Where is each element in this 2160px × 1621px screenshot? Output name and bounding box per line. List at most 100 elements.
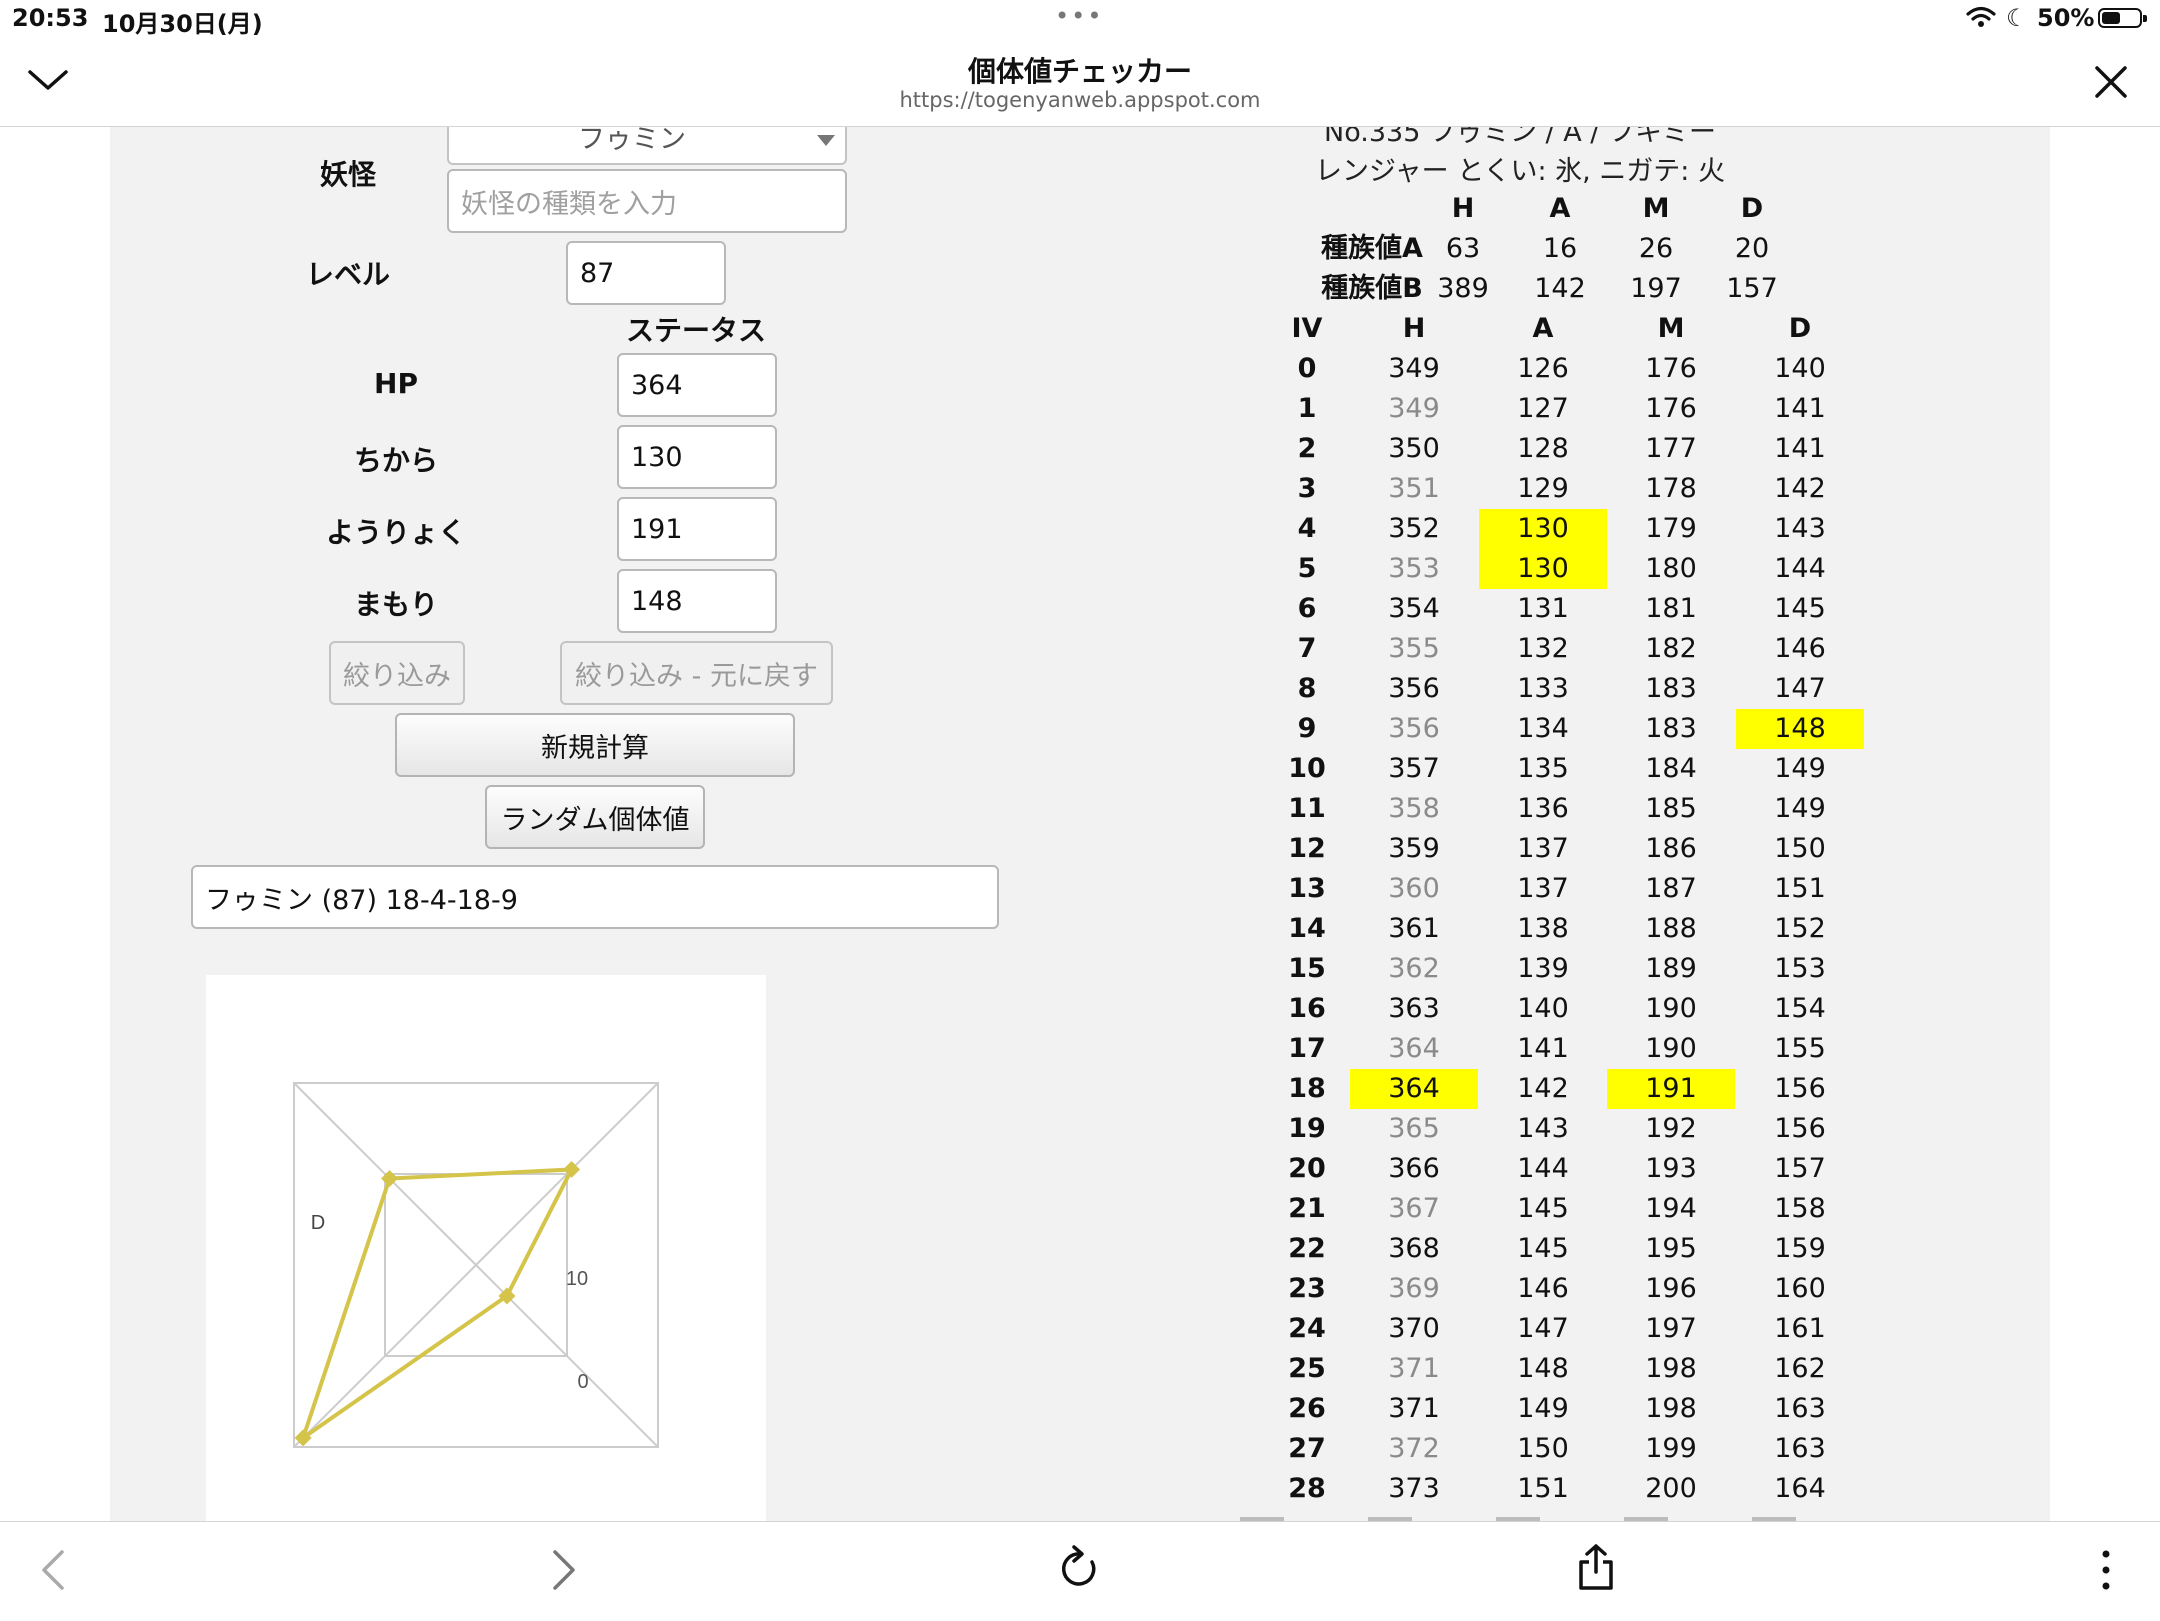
table-cell: 366 xyxy=(1388,1153,1440,1184)
dropdown-caret-icon xyxy=(817,135,835,146)
table-cell: 157 xyxy=(1774,1153,1826,1184)
more-icon[interactable] xyxy=(2100,1548,2112,1592)
table-cell: 137 xyxy=(1517,873,1569,904)
table-cell: 151 xyxy=(1774,873,1826,904)
close-icon[interactable] xyxy=(2093,64,2129,100)
table-cell: 163 xyxy=(1774,1433,1826,1464)
youkai-search-input[interactable]: 妖怪の種類を入力 xyxy=(447,169,847,233)
table-cell: 140 xyxy=(1517,993,1569,1024)
table-cell: 149 xyxy=(1774,753,1826,784)
result-text-field[interactable]: フゥミン (87) 18-4-18-9 xyxy=(191,865,999,929)
table-cell: 130 xyxy=(1479,509,1607,549)
status-time: 20:53 xyxy=(12,4,89,32)
wifi-icon xyxy=(1966,6,1996,27)
table-cell: 135 xyxy=(1517,753,1569,784)
table-cell: 197 xyxy=(1645,1313,1697,1344)
table-cell: 126 xyxy=(1517,353,1569,384)
table-cell: 139 xyxy=(1517,953,1569,984)
filter-button[interactable]: 絞り込み xyxy=(329,641,465,705)
table-cell: 145 xyxy=(1774,593,1826,624)
back-icon[interactable] xyxy=(38,1548,68,1592)
level-label: レベル xyxy=(305,258,390,291)
battery-fill xyxy=(2102,12,2120,24)
table-cell: 161 xyxy=(1774,1313,1826,1344)
mamori-label: まもり xyxy=(353,588,438,621)
table-cell: 137 xyxy=(1517,833,1569,864)
web-content[interactable]: フゥミン 妖怪 妖怪の種類を入力 レベル 87 ステータス HP 364 ちから… xyxy=(0,127,2160,1521)
table-cell: 191 xyxy=(1607,1069,1735,1109)
table-cell: 353 xyxy=(1388,553,1440,584)
table-cell: 143 xyxy=(1517,1113,1569,1144)
chikara-label: ちから xyxy=(353,444,438,477)
table-cell: 194 xyxy=(1645,1193,1697,1224)
table-cell: 187 xyxy=(1645,873,1697,904)
table-cell: 196 xyxy=(1645,1273,1697,1304)
table-cell: 127 xyxy=(1517,393,1569,424)
youkai-select[interactable]: フゥミン xyxy=(447,127,847,165)
table-cell: 154 xyxy=(1774,993,1826,1024)
new-calc-button[interactable]: 新規計算 xyxy=(395,713,795,777)
table-cell: 153 xyxy=(1774,953,1826,984)
table-cell: 147 xyxy=(1517,1313,1569,1344)
table-cell: 179 xyxy=(1645,513,1697,544)
youryoku-input[interactable]: 191 xyxy=(617,497,777,561)
table-cell: 160 xyxy=(1774,1273,1826,1304)
filter-reset-button[interactable]: 絞り込み - 元に戻す xyxy=(560,641,833,705)
radar-chart-svg: D H M A 10 0 xyxy=(293,1082,781,1448)
table-cell: 349 xyxy=(1388,393,1440,424)
table-cell: 184 xyxy=(1645,753,1697,784)
table-cell: 358 xyxy=(1388,793,1440,824)
table-cell: 128 xyxy=(1517,433,1569,464)
table-cell: 178 xyxy=(1645,473,1697,504)
table-cell: 145 xyxy=(1517,1233,1569,1264)
table-cell: 190 xyxy=(1645,993,1697,1024)
battery-percent: 50% xyxy=(2037,4,2095,32)
table-cell: 158 xyxy=(1774,1193,1826,1224)
table-cell: 136 xyxy=(1517,793,1569,824)
multitasking-dots[interactable]: ••• xyxy=(1055,2,1103,30)
table-cell: 156 xyxy=(1774,1113,1826,1144)
table-cell: 149 xyxy=(1517,1393,1569,1424)
table-cell: 354 xyxy=(1388,593,1440,624)
level-input[interactable]: 87 xyxy=(566,241,726,305)
chikara-input[interactable]: 130 xyxy=(617,425,777,489)
table-cell: 144 xyxy=(1517,1153,1569,1184)
table-cell: 129 xyxy=(1517,473,1569,504)
forward-icon[interactable] xyxy=(549,1548,579,1592)
table-cell: 146 xyxy=(1774,633,1826,664)
iv-col-header-a: A xyxy=(1532,313,1554,344)
table-cell: 190 xyxy=(1645,1033,1697,1064)
radar-axis-label-d: D xyxy=(311,1212,325,1234)
status-bar: 20:53 10月30日(月) ••• ☾ 50% xyxy=(0,0,2160,40)
radar-ring-label-0: 0 xyxy=(577,1371,588,1393)
table-cell: 148 xyxy=(1517,1353,1569,1384)
table-cell: 188 xyxy=(1645,913,1697,944)
share-icon[interactable] xyxy=(1576,1542,1616,1592)
table-cell: 198 xyxy=(1645,1393,1697,1424)
radar-grid xyxy=(293,1082,659,1448)
table-cell: 352 xyxy=(1388,513,1440,544)
table-cell: 151 xyxy=(1517,1473,1569,1504)
reload-icon[interactable] xyxy=(1058,1544,1102,1592)
table-cell: 155 xyxy=(1774,1033,1826,1064)
base-stat-a-value: 20 xyxy=(1734,233,1770,264)
page-title: 個体値チェッカー xyxy=(967,55,1192,88)
radar-chart: D H M A 10 0 xyxy=(206,975,781,1521)
table-cell: 198 xyxy=(1645,1353,1697,1384)
table-cell: 351 xyxy=(1388,473,1440,504)
stat-col-header-d: D xyxy=(1740,193,1764,224)
table-cell: 186 xyxy=(1645,833,1697,864)
random-iv-button[interactable]: ランダム個体値 xyxy=(485,785,705,849)
table-cell: 371 xyxy=(1388,1393,1440,1424)
table-cell: 357 xyxy=(1388,753,1440,784)
table-cell: 349 xyxy=(1388,353,1440,384)
mamori-input[interactable]: 148 xyxy=(617,569,777,633)
table-cell: 133 xyxy=(1517,673,1569,704)
table-cell: 181 xyxy=(1645,593,1697,624)
hp-input[interactable]: 364 xyxy=(617,353,777,417)
table-cell: 132 xyxy=(1517,633,1569,664)
table-cell: 371 xyxy=(1388,1353,1440,1384)
table-cell: 369 xyxy=(1388,1273,1440,1304)
table-cell: 192 xyxy=(1645,1113,1697,1144)
moon-icon: ☾ xyxy=(2006,4,2028,32)
